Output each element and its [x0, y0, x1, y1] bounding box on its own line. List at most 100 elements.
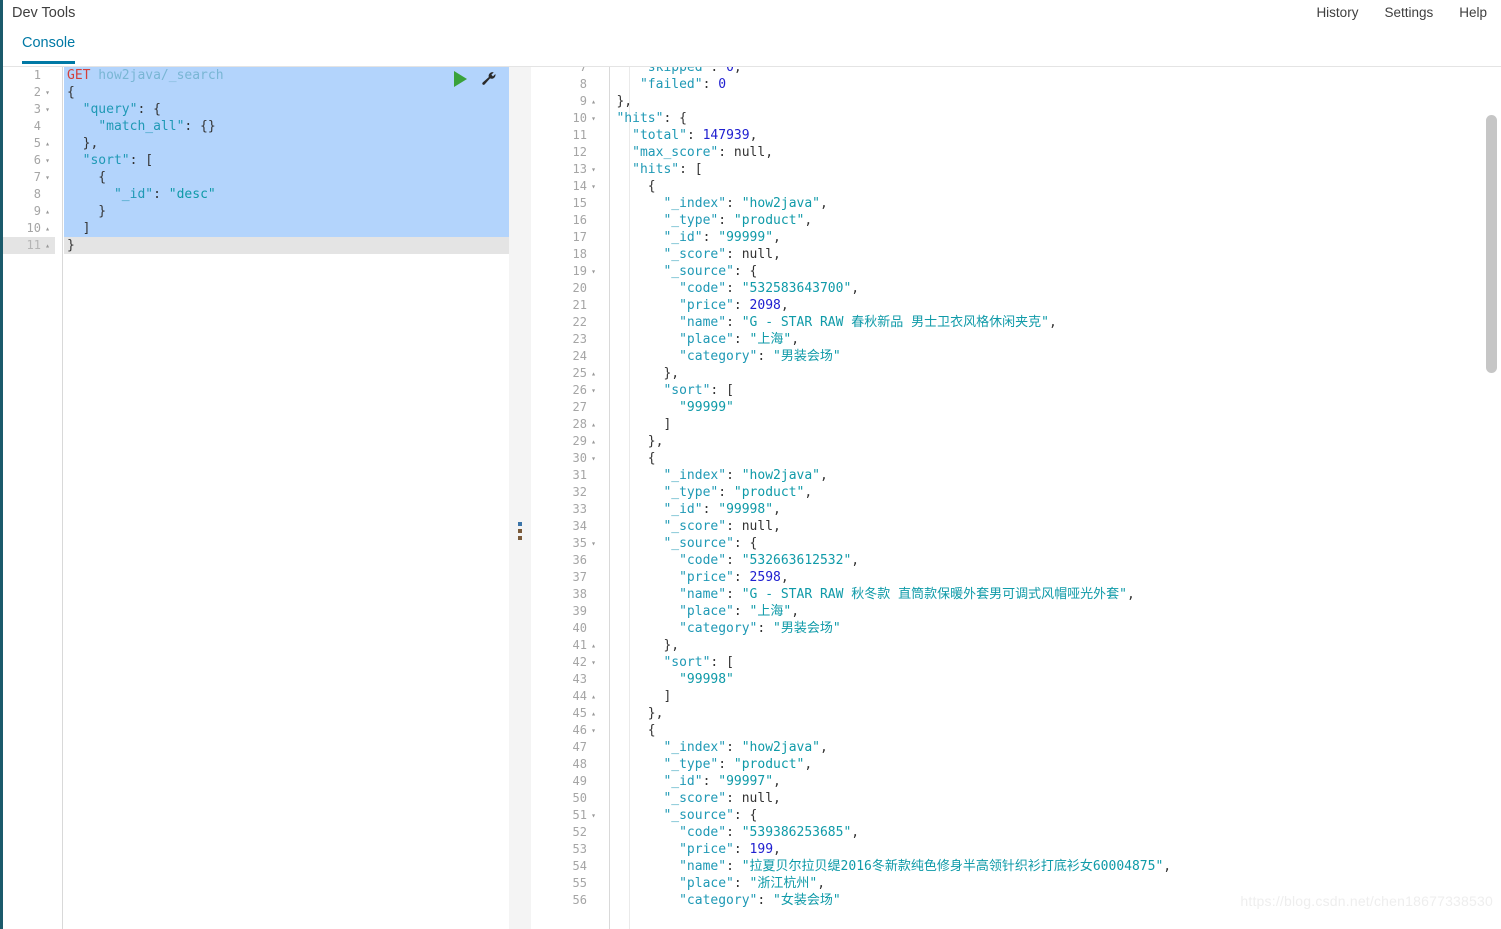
fold-toggle-icon[interactable]: ▾ — [43, 169, 52, 186]
code-line[interactable]: "_score": null, — [593, 790, 1501, 807]
line-number: 8 — [33, 187, 41, 201]
code-line[interactable]: "skipped": 0, — [593, 67, 1501, 76]
dev-tools-app: Dev Tools History Settings Help Console … — [0, 0, 1501, 929]
code-line[interactable]: "_type": "product", — [593, 212, 1501, 229]
code-line[interactable]: GET how2java/_search — [64, 67, 509, 84]
code-line[interactable]: "sort": [ — [593, 382, 1501, 399]
fold-toggle-icon[interactable]: ▾ — [43, 101, 52, 118]
code-line[interactable]: "_id": "desc" — [64, 186, 509, 203]
code-line[interactable]: ] — [593, 688, 1501, 705]
code-line[interactable]: "price": 2098, — [593, 297, 1501, 314]
code-line[interactable]: "category": "男装会场" — [593, 348, 1501, 365]
code-line[interactable]: }, — [593, 705, 1501, 722]
tab-bar: Console — [3, 26, 1501, 66]
code-line[interactable]: ] — [64, 220, 509, 237]
nav-link-history[interactable]: History — [1316, 3, 1358, 23]
request-line-numbers: 1 2 ▾ 3 ▾ 4 5 ▴ 6 ▾ 7 ▾ 8 9 ▴ 10 ▴ 11 ▴ — [3, 67, 55, 254]
fold-toggle-icon[interactable]: ▴ — [43, 220, 52, 237]
code-line[interactable]: { — [64, 84, 509, 101]
code-line[interactable]: "max_score": null, — [593, 144, 1501, 161]
response-scrollbar[interactable] — [1486, 67, 1497, 929]
splitter-grip-icon[interactable] — [518, 522, 522, 540]
code-line[interactable]: "query": { — [64, 101, 509, 118]
wrench-icon[interactable] — [480, 70, 497, 87]
code-line[interactable]: "name": "G - STAR RAW 春秋新品 男士卫衣风格休闲夹克", — [593, 314, 1501, 331]
response-code: "skipped": 0, "failed": 0 }, "hits": { "… — [593, 67, 1501, 909]
code-line[interactable]: "_score": null, — [593, 246, 1501, 263]
code-line[interactable]: }, — [593, 365, 1501, 382]
code-line[interactable]: "hits": { — [593, 110, 1501, 127]
code-line[interactable]: "99999" — [593, 399, 1501, 416]
code-line[interactable]: "place": "上海", — [593, 331, 1501, 348]
fold-toggle-icon[interactable]: ▴ — [43, 237, 52, 254]
line-number: 5 ▴ — [3, 135, 55, 152]
code-line[interactable]: }, — [593, 93, 1501, 110]
tab-console[interactable]: Console — [22, 34, 76, 64]
watermark: https://blog.csdn.net/chen18677338530 — [1240, 893, 1493, 909]
code-line[interactable]: { — [593, 178, 1501, 195]
fold-toggle-icon[interactable]: ▴ — [43, 135, 52, 152]
code-line[interactable]: } — [64, 203, 509, 220]
code-line[interactable]: "_index": "how2java", — [593, 195, 1501, 212]
code-line[interactable]: "_id": "99997", — [593, 773, 1501, 790]
code-line[interactable]: }, — [593, 433, 1501, 450]
code-line[interactable]: "name": "拉夏贝尔拉贝缇2016冬新款纯色修身半高领针织衫打底衫女600… — [593, 858, 1501, 875]
code-line[interactable]: "place": "浙江杭州", — [593, 875, 1501, 892]
code-line[interactable]: "match_all": {} — [64, 118, 509, 135]
nav-link-help[interactable]: Help — [1459, 3, 1487, 23]
code-line[interactable]: } — [64, 237, 509, 254]
pane-splitter[interactable] — [509, 67, 531, 929]
line-number: 11 ▴ — [3, 237, 55, 254]
response-viewer-pane[interactable]: 7 8 9 ▴ 10 ▾ 11 12 13 ▾ 14 ▾ 15 16 17 18 19 ▾ 20 21 22 23 24 25… — [531, 67, 1501, 929]
code-line[interactable]: { — [593, 722, 1501, 739]
header-nav: History Settings Help — [1316, 3, 1487, 23]
code-line[interactable]: "category": "男装会场" — [593, 620, 1501, 637]
code-line[interactable]: "_source": { — [593, 263, 1501, 280]
code-line[interactable]: "total": 147939, — [593, 127, 1501, 144]
nav-link-settings[interactable]: Settings — [1384, 3, 1433, 23]
code-line[interactable]: { — [593, 450, 1501, 467]
response-scrollbar-thumb[interactable] — [1486, 115, 1497, 373]
code-line[interactable]: }, — [64, 135, 509, 152]
fold-toggle-icon[interactable]: ▴ — [43, 203, 52, 220]
line-number: 10 ▴ — [3, 220, 55, 237]
code-line[interactable]: "_id": "99999", — [593, 229, 1501, 246]
line-number: 1 — [33, 68, 41, 82]
code-line[interactable]: "price": 2598, — [593, 569, 1501, 586]
code-line[interactable]: "99998" — [593, 671, 1501, 688]
code-line[interactable]: "_score": null, — [593, 518, 1501, 535]
line-number: 4 — [33, 119, 41, 133]
code-line[interactable]: "price": 199, — [593, 841, 1501, 858]
code-line[interactable]: "place": "上海", — [593, 603, 1501, 620]
request-gutter-divider — [62, 67, 63, 929]
code-line[interactable]: "failed": 0 — [593, 76, 1501, 93]
code-line[interactable]: "sort": [ — [64, 152, 509, 169]
code-line[interactable]: "_type": "product", — [593, 756, 1501, 773]
page-title: Dev Tools — [12, 5, 76, 21]
line-number: 9 ▴ — [3, 203, 55, 220]
code-line[interactable]: { — [64, 169, 509, 186]
code-line[interactable]: "code": "539386253685", — [593, 824, 1501, 841]
code-line[interactable]: "name": "G - STAR RAW 秋冬款 直筒款保暖外套男可调式风帽哑… — [593, 586, 1501, 603]
code-line[interactable]: "_source": { — [593, 807, 1501, 824]
code-line[interactable]: "code": "532663612532", — [593, 552, 1501, 569]
code-line[interactable]: "_index": "how2java", — [593, 467, 1501, 484]
code-line[interactable]: "code": "532583643700", — [593, 280, 1501, 297]
fold-toggle-icon[interactable]: ▾ — [43, 152, 52, 169]
code-line[interactable]: "hits": [ — [593, 161, 1501, 178]
code-line[interactable]: }, — [593, 637, 1501, 654]
code-line[interactable]: "_type": "product", — [593, 484, 1501, 501]
line-number: 2 ▾ — [3, 84, 55, 101]
request-editor-pane[interactable]: 1 2 ▾ 3 ▾ 4 5 ▴ 6 ▾ 7 ▾ 8 9 ▴ 10 ▴ 11 ▴ GET how2java/_sear… — [3, 67, 509, 929]
line-number: 7 ▾ — [3, 169, 55, 186]
code-line[interactable]: "_id": "99998", — [593, 501, 1501, 518]
request-actions — [454, 70, 497, 87]
line-number: 3 ▾ — [3, 101, 55, 118]
play-icon[interactable] — [454, 70, 467, 87]
code-line[interactable]: ] — [593, 416, 1501, 433]
request-code[interactable]: GET how2java/_search{ "query": { "match_… — [64, 67, 509, 254]
fold-toggle-icon[interactable]: ▾ — [43, 84, 52, 101]
code-line[interactable]: "_index": "how2java", — [593, 739, 1501, 756]
code-line[interactable]: "_source": { — [593, 535, 1501, 552]
code-line[interactable]: "sort": [ — [593, 654, 1501, 671]
